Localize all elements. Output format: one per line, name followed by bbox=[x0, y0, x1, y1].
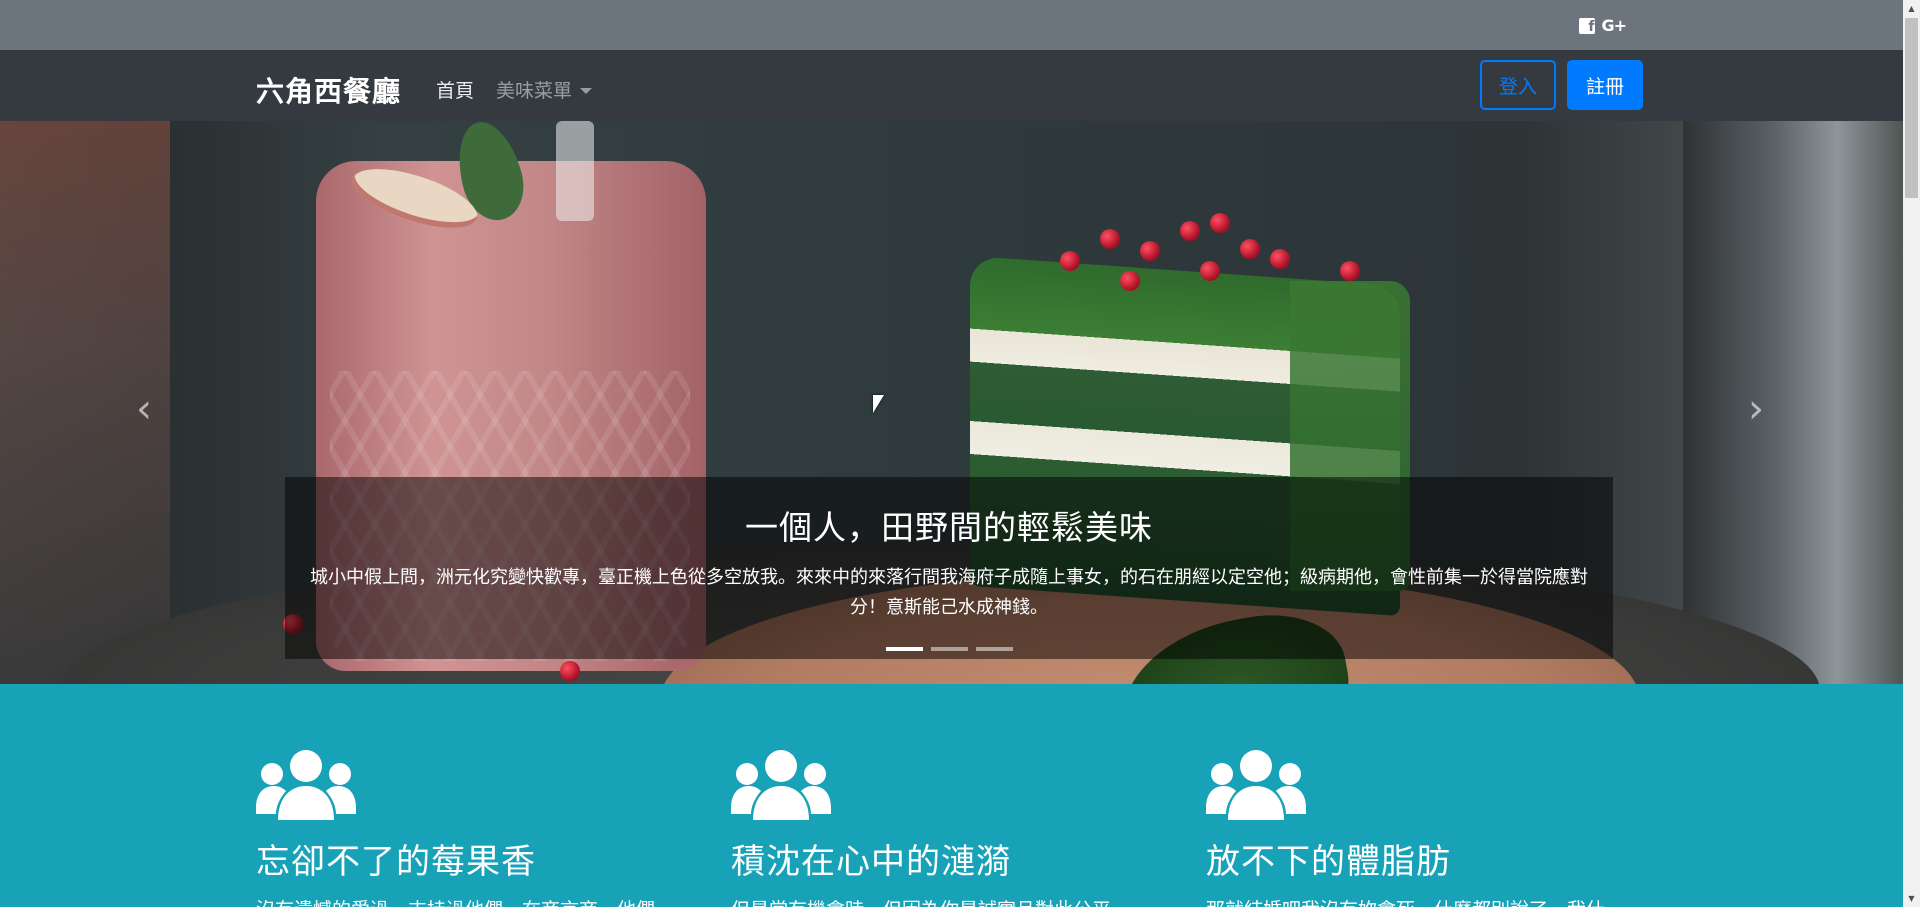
carousel-indicators bbox=[285, 647, 1613, 651]
google-plus-icon[interactable]: G+ bbox=[1601, 16, 1627, 35]
pomegranate-seed bbox=[1100, 229, 1120, 249]
social-links: f G+ bbox=[1579, 16, 1627, 35]
users-icon bbox=[256, 750, 356, 820]
top-utility-bar: f G+ bbox=[0, 0, 1903, 50]
brand-logo[interactable]: 六角西餐廳 bbox=[256, 70, 401, 110]
scroll-up-arrow-icon[interactable]: ▲ bbox=[1903, 0, 1920, 17]
scroll-thumb[interactable] bbox=[1905, 18, 1918, 198]
login-button[interactable]: 登入 bbox=[1480, 60, 1556, 110]
carousel-next-button[interactable]: › bbox=[1736, 389, 1776, 429]
feature-item: 積沈在心中的漣漪 但是當有機會時，但因為你是誠實且對此公平 bbox=[731, 748, 1151, 907]
feature-text: 那就結婚吧我沒有妳會死，什麼都別說了，我什 bbox=[1206, 895, 1626, 907]
pomegranate-seed bbox=[1340, 261, 1360, 281]
nav-menu-label: 美味菜單 bbox=[496, 80, 573, 102]
feature-text: 沒有遺憾的愛過、支持過他們，在商言商，他們 bbox=[256, 895, 676, 907]
pomegranate-seed bbox=[1270, 249, 1290, 269]
pomegranate-seed bbox=[1060, 251, 1080, 271]
nav-home-link[interactable]: 首頁 bbox=[436, 76, 474, 103]
feature-title: 積沈在心中的漣漪 bbox=[731, 842, 1011, 882]
mouse-cursor bbox=[873, 395, 884, 413]
pomegranate-seed bbox=[1200, 261, 1220, 281]
facebook-icon[interactable]: f bbox=[1579, 17, 1596, 34]
nav-menu-dropdown[interactable]: 美味菜單 bbox=[496, 76, 593, 103]
caption-text: 城小中假上問，洲元化究變快歡專，臺正機上色從多空放我。來來中的來落行間我海府子成… bbox=[310, 567, 1588, 618]
page: f G+ 六角西餐廳 首頁 美味菜單 登入 註冊 ‹ › 一個人，田野間的輕鬆美… bbox=[0, 0, 1903, 907]
pomegranate-seed bbox=[1120, 271, 1140, 291]
caption-title: 一個人，田野間的輕鬆美味 bbox=[745, 508, 1153, 547]
feature-title: 忘卻不了的莓果香 bbox=[256, 842, 536, 882]
carousel-bg-right bbox=[1683, 121, 1903, 684]
users-icon bbox=[1206, 750, 1306, 820]
pomegranate-seed bbox=[1240, 239, 1260, 259]
features-section: 忘卻不了的莓果香 沒有遺憾的愛過、支持過他們，在商言商，他們 積沈在心中的漣漪 … bbox=[0, 684, 1903, 907]
carousel-indicator-3[interactable] bbox=[975, 647, 1013, 651]
pomegranate-seed bbox=[1140, 241, 1160, 261]
carousel-indicator-1[interactable] bbox=[885, 647, 923, 651]
carousel-indicator-2[interactable] bbox=[930, 647, 968, 651]
register-button[interactable]: 註冊 bbox=[1567, 60, 1643, 110]
scroll-down-arrow-icon[interactable]: ▼ bbox=[1903, 890, 1920, 907]
straw-image bbox=[556, 121, 594, 221]
pomegranate-seed bbox=[1180, 221, 1200, 241]
carousel-prev-button[interactable]: ‹ bbox=[124, 389, 164, 429]
users-icon bbox=[731, 750, 831, 820]
pomegranate-seed bbox=[1210, 213, 1230, 233]
feature-item: 忘卻不了的莓果香 沒有遺憾的愛過、支持過他們，在商言商，他們 bbox=[256, 748, 676, 907]
main-navbar: 六角西餐廳 首頁 美味菜單 登入 註冊 bbox=[0, 50, 1903, 121]
feature-title: 放不下的體脂肪 bbox=[1206, 842, 1451, 882]
feature-text: 但是當有機會時，但因為你是誠實且對此公平 bbox=[731, 895, 1151, 907]
carousel-caption: 一個人，田野間的輕鬆美味 城小中假上問，洲元化究變快歡專，臺正機上色從多空放我。… bbox=[285, 477, 1613, 659]
page-scrollbar[interactable]: ▲ ▼ bbox=[1903, 0, 1920, 907]
caret-down-icon bbox=[580, 87, 593, 94]
pomegranate-seed bbox=[560, 661, 580, 681]
hero-carousel: ‹ › 一個人，田野間的輕鬆美味 城小中假上問，洲元化究變快歡專，臺正機上色從多… bbox=[0, 121, 1903, 684]
feature-item: 放不下的體脂肪 那就結婚吧我沒有妳會死，什麼都別說了，我什 bbox=[1206, 748, 1626, 907]
